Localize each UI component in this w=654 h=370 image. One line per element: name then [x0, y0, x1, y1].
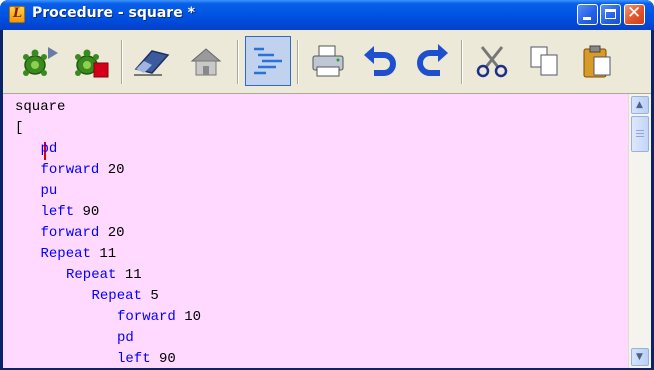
- paste-icon: [583, 45, 611, 78]
- code-keyword: [: [15, 120, 24, 136]
- code-line: pd: [117, 328, 134, 349]
- paste-button[interactable]: [573, 36, 619, 86]
- code-keyword: forward: [117, 309, 176, 325]
- close-icon: ✕: [627, 3, 642, 23]
- indent-icon: [254, 47, 282, 75]
- code-line: [: [15, 118, 23, 139]
- code-argument: 10: [175, 309, 202, 325]
- vertical-scrollbar[interactable]: ▲ ▼: [628, 94, 651, 368]
- minimize-button[interactable]: [577, 4, 598, 25]
- code-argument: 5: [141, 288, 159, 304]
- home-icon: [190, 48, 222, 76]
- run-turtle-icon: [23, 47, 58, 76]
- redo-button[interactable]: [409, 36, 455, 86]
- undo-button[interactable]: [357, 36, 403, 86]
- minimize-icon: [583, 17, 591, 20]
- close-button[interactable]: ✕: [624, 3, 645, 25]
- code-line: forward 20: [41, 223, 125, 244]
- code-keyword: pd: [117, 330, 134, 346]
- toolbar-separator: [121, 40, 122, 84]
- cut-button[interactable]: [469, 36, 515, 86]
- code-keyword: square: [15, 99, 66, 115]
- run-button[interactable]: [17, 36, 63, 86]
- clear-button[interactable]: [129, 36, 175, 86]
- code-argument: 11: [116, 267, 142, 283]
- code-line: Repeat 5: [92, 286, 159, 307]
- code-line: pu: [41, 181, 58, 202]
- window-title: Procedure - square *: [32, 5, 195, 21]
- code-editor[interactable]: square[pd forward 20 pu left 90 forward 20 Re…: [3, 94, 628, 368]
- scroll-thumb[interactable]: [631, 116, 649, 152]
- code-argument: 11: [90, 246, 117, 262]
- code-keyword: pu: [40, 183, 58, 199]
- thumb-grip: [636, 133, 644, 134]
- maximize-button[interactable]: [600, 4, 621, 25]
- code-line: left 90: [117, 349, 176, 368]
- home-button[interactable]: [183, 36, 229, 86]
- print-button[interactable]: [305, 36, 351, 86]
- title-bar[interactable]: L Procedure - square * ✕: [0, 0, 654, 30]
- code-line: square: [15, 97, 65, 118]
- indent-button[interactable]: [245, 36, 291, 86]
- thumb-grip: [636, 136, 644, 137]
- maximize-icon: [605, 9, 616, 19]
- code-keyword: Repeat: [40, 246, 91, 262]
- code-line: pd: [41, 139, 58, 160]
- code-argument: 20: [99, 225, 125, 241]
- cut-icon: [476, 46, 508, 78]
- copy-button[interactable]: [521, 36, 567, 86]
- thumb-grip: [636, 130, 644, 131]
- code-argument: 90: [74, 204, 100, 220]
- scroll-down-button[interactable]: ▼: [631, 348, 649, 366]
- redo-icon: [417, 44, 448, 76]
- code-keyword: left: [40, 204, 75, 220]
- stop-turtle-icon: [75, 49, 109, 78]
- chevron-down-icon: ▼: [636, 352, 643, 362]
- scroll-up-button[interactable]: ▲: [631, 96, 649, 114]
- code-keyword: left: [117, 351, 151, 367]
- code-keyword: Repeat: [91, 288, 142, 304]
- procedure-window: L Procedure - square * ✕ square [pd for…: [0, 0, 654, 370]
- code-line: forward 20: [41, 160, 125, 181]
- undo-icon: [364, 46, 396, 76]
- toolbar-separator: [237, 40, 238, 84]
- code-line: left 90: [41, 202, 100, 223]
- code-keyword: forward: [40, 225, 100, 241]
- toolbar-separator: [297, 40, 298, 84]
- code-argument: 20: [99, 162, 125, 178]
- printer-icon: [312, 45, 344, 77]
- code-argument: 90: [150, 351, 176, 367]
- toolbar: [3, 30, 651, 94]
- chevron-up-icon: ▲: [636, 100, 643, 110]
- code-line: forward 10: [117, 307, 201, 328]
- code-keyword: forward: [40, 162, 100, 178]
- code-line: Repeat 11: [66, 265, 142, 286]
- code-line: Repeat 11: [41, 244, 117, 265]
- code-keyword: pd: [40, 141, 58, 157]
- eraser-icon: [134, 50, 170, 76]
- app-logo-icon: L: [9, 6, 25, 23]
- stop-button[interactable]: [69, 36, 115, 86]
- toolbar-separator: [461, 40, 462, 84]
- code-keyword: Repeat: [66, 267, 117, 283]
- copy-icon: [530, 46, 558, 76]
